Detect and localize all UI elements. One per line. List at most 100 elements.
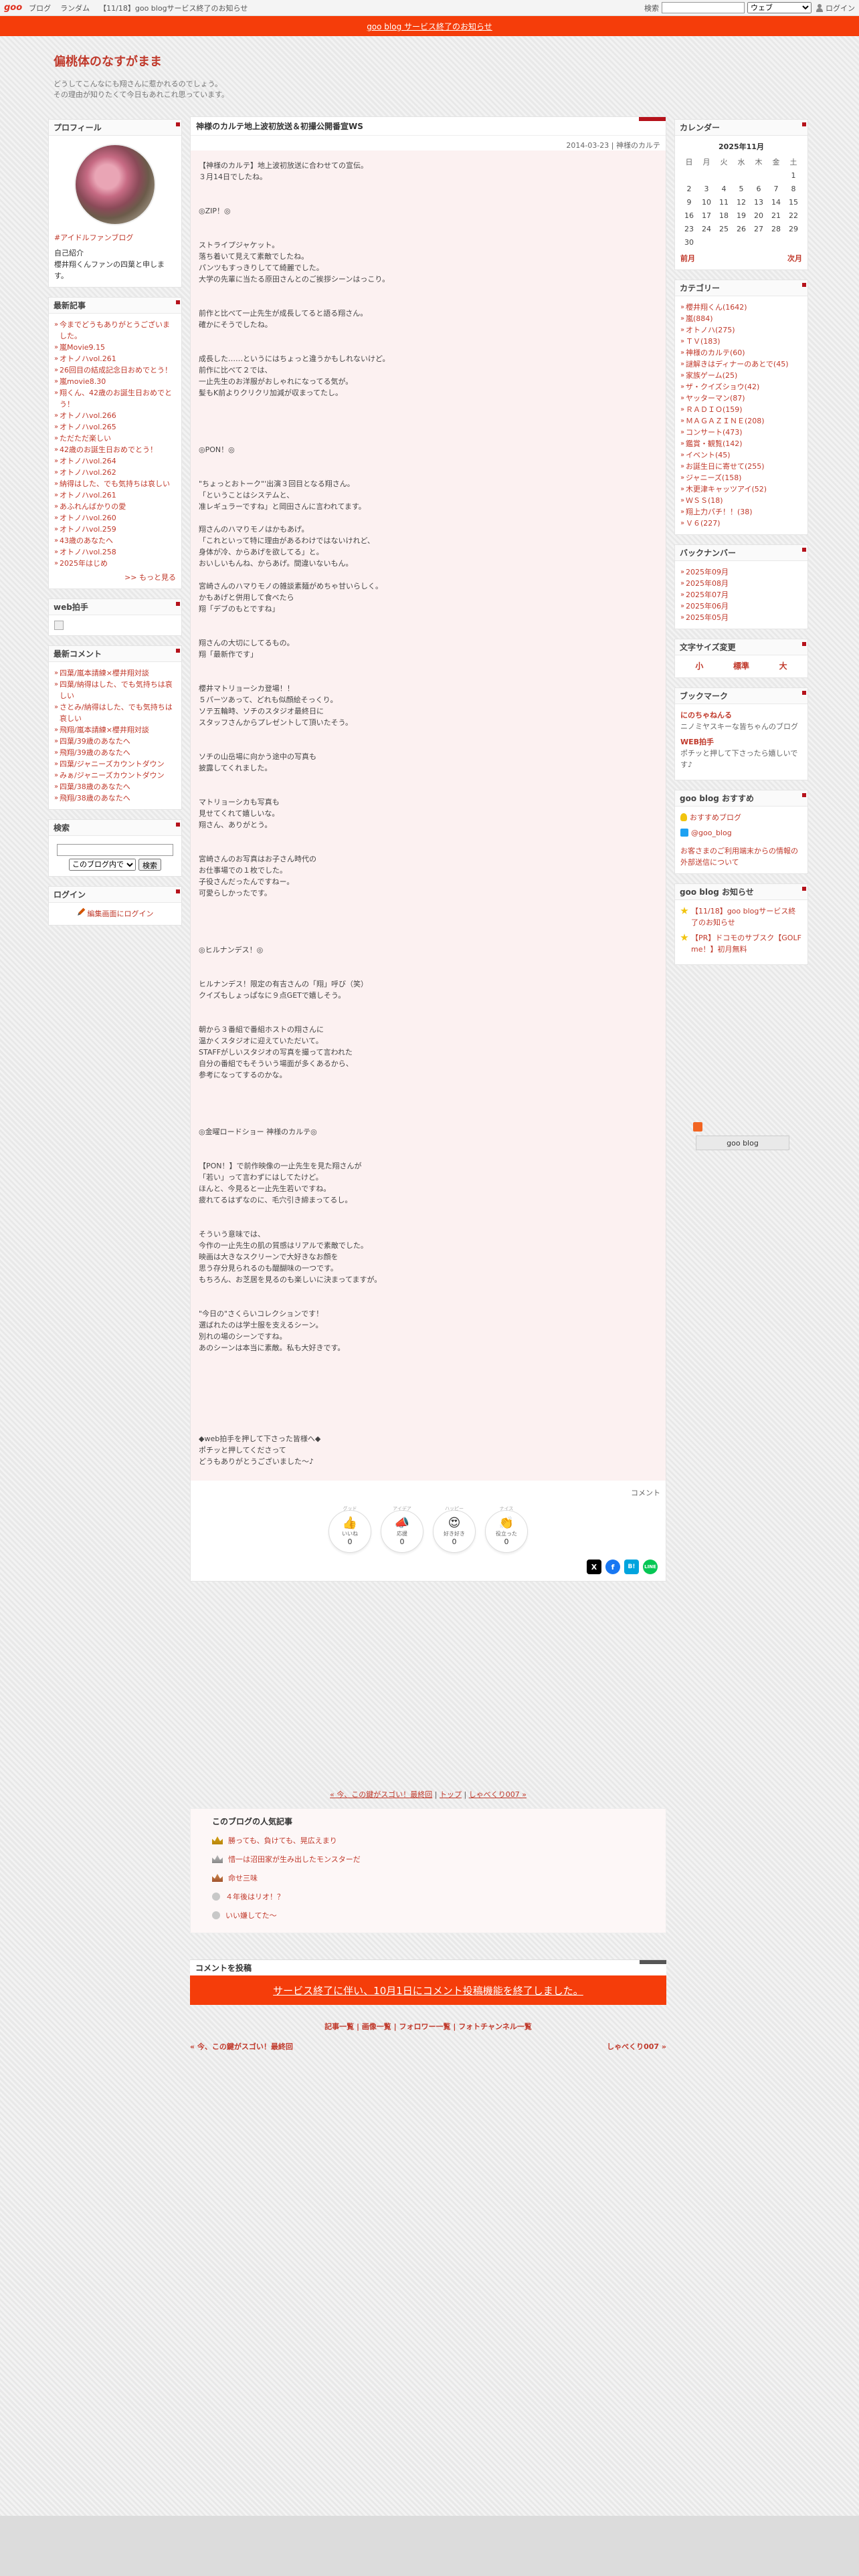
list-item[interactable]: 四葉/39歳のあなたへ xyxy=(54,736,176,747)
list-item[interactable]: 翔上力パチ！！(38) xyxy=(680,506,802,518)
blog-search-scope[interactable]: このブログ内で xyxy=(69,859,136,871)
reaction-like-button[interactable]: グッド 👍 いいね 0 xyxy=(328,1506,371,1553)
list-item[interactable]: オトノハvol.260 xyxy=(54,512,176,524)
x-share-icon[interactable]: X xyxy=(587,1560,601,1574)
bookmark-link-2[interactable]: WEB拍手 xyxy=(680,736,802,748)
calendar-prev-month[interactable]: 前月 xyxy=(680,253,695,264)
external-transmission-info-link[interactable]: お客さまのご利用端末からの情報の外部送信について xyxy=(680,847,798,867)
list-item[interactable]: 命せ三味 xyxy=(212,1868,666,1887)
list-item[interactable]: さとみ/納得はした、でも気持ちは哀しい xyxy=(54,702,176,724)
list-item[interactable]: Ｖ６(227) xyxy=(680,518,802,529)
article-title[interactable]: 神様のカルテ地上波初放送＆初撮公開番宣WS xyxy=(191,117,666,136)
list-item[interactable]: イベント(45) xyxy=(680,449,802,461)
next-article-link[interactable]: しゃべくり007 » xyxy=(469,1790,527,1799)
list-item[interactable]: 43歳のあなたへ xyxy=(54,535,176,546)
list-item[interactable]: 42歳のお誕生日おめでとう！ xyxy=(54,444,176,455)
list-item[interactable]: 飛翔/嵐本請練×櫻井翔対談 xyxy=(54,724,176,736)
list-item[interactable]: コンサート(473) xyxy=(680,427,802,438)
facebook-share-icon[interactable]: f xyxy=(605,1560,620,1574)
top-search-input[interactable] xyxy=(662,2,745,13)
list-item[interactable]: オトノハvol.265 xyxy=(54,421,176,433)
list-item[interactable]: 2025年06月 xyxy=(680,601,802,612)
list-item[interactable]: オトノハvol.266 xyxy=(54,410,176,421)
list-item[interactable]: 翔くん、42歳のお誕生日おめでとう！ xyxy=(54,387,176,410)
list-item[interactable]: ＲＡＤＩＯ(159) xyxy=(680,404,802,415)
list-item[interactable]: オトノハvol.258 xyxy=(54,546,176,558)
list-item[interactable]: みぁ/ジャニーズカウントダウン xyxy=(54,770,176,781)
rss-icon[interactable] xyxy=(693,1122,702,1132)
list-item[interactable]: いい嫌してた〜 xyxy=(212,1906,666,1925)
footer-prev-link[interactable]: « 今、この鍵がスゴい！最終回 xyxy=(190,2041,293,2052)
list-item[interactable]: 四葉/38歳のあなたへ xyxy=(54,781,176,792)
article-list-link[interactable]: 記事一覧 xyxy=(324,2022,354,2031)
list-item[interactable]: オトノハ(275) xyxy=(680,324,802,336)
list-item[interactable]: オトノハvol.264 xyxy=(54,455,176,467)
fontsize-large-button[interactable]: 大 xyxy=(779,661,787,672)
line-share-icon[interactable]: LINE xyxy=(643,1560,658,1574)
list-item[interactable]: 今までどうもありがとうございました。 xyxy=(54,319,176,342)
top-link[interactable]: トップ xyxy=(440,1790,462,1799)
list-item[interactable]: ４年後はリオ！？ xyxy=(212,1887,666,1906)
list-item[interactable]: 謎解きはディナーのあとで(45) xyxy=(680,358,802,370)
list-item[interactable]: オトノハvol.262 xyxy=(54,467,176,478)
bookmark-link-1[interactable]: にのちゃねんる xyxy=(680,710,802,721)
list-item[interactable]: 四葉/嵐本請練×櫻井翔対談 xyxy=(54,667,176,679)
list-item[interactable]: ザ・クイズショウ(42) xyxy=(680,381,802,393)
footer-next-link[interactable]: しゃべくり007 » xyxy=(607,2041,666,2052)
fan-blog-link[interactable]: #アイドルファンブログ xyxy=(54,233,133,242)
photo-channel-list-link[interactable]: フォトチャンネル一覧 xyxy=(458,2022,532,2031)
list-item[interactable]: ジャニーズ(158) xyxy=(680,472,802,484)
list-item[interactable]: 櫻井翔くん(1642) xyxy=(680,302,802,313)
list-item[interactable]: 木更津キャッツアイ(52) xyxy=(680,484,802,495)
list-item[interactable]: 納得はした、でも気持ちは哀しい xyxy=(54,478,176,490)
list-item[interactable]: 2025年08月 xyxy=(680,578,802,589)
list-item[interactable]: 2025年07月 xyxy=(680,589,802,601)
nav-service-notice[interactable]: 【11/18】goo blogサービス終了のお知らせ xyxy=(99,3,248,13)
list-item[interactable]: 家族ゲーム(25) xyxy=(680,370,802,381)
list-item[interactable]: ヤッターマン(87) xyxy=(680,393,802,404)
nav-blog[interactable]: ブログ xyxy=(29,3,51,13)
list-item[interactable]: オトノハvol.259 xyxy=(54,524,176,535)
blog-search-button[interactable]: 検索 xyxy=(138,859,161,871)
blog-search-input[interactable] xyxy=(57,844,173,856)
notice-link-1[interactable]: 【11/18】goo blogサービス終了のお知らせ xyxy=(691,905,802,928)
service-notice-link[interactable]: goo blog サービス終了のお知らせ xyxy=(367,21,492,32)
list-item[interactable]: ただただ楽しい xyxy=(54,433,176,444)
list-item[interactable]: 26回目の結成記念日おめでとう！ xyxy=(54,364,176,376)
list-item[interactable]: 惜一は沼田家が生み出したモンスターだ xyxy=(212,1850,666,1868)
calendar-next-month[interactable]: 次月 xyxy=(787,253,802,264)
fontsize-small-button[interactable]: 小 xyxy=(695,661,703,672)
image-list-link[interactable]: 画像一覧 xyxy=(362,2022,391,2031)
nav-random[interactable]: ランダム xyxy=(60,3,90,13)
goo-blog-twitter-link[interactable]: @goo_blog xyxy=(691,827,732,839)
web-clap-image[interactable] xyxy=(54,621,64,630)
fontsize-normal-button[interactable]: 標準 xyxy=(733,661,749,672)
goo-logo[interactable]: goo xyxy=(4,3,22,13)
more-posts-link[interactable]: >> もっと見る xyxy=(124,573,176,582)
list-item[interactable]: 2025年はじめ xyxy=(54,558,176,569)
list-item[interactable]: 飛翔/39歳のあなたへ xyxy=(54,747,176,758)
notice-link-2[interactable]: 【PR】ドコモのサブスク【GOLF me！】初月無料 xyxy=(691,932,802,955)
blog-title[interactable]: 偏桃体のなすがまま xyxy=(54,52,229,70)
prev-article-link[interactable]: « 今、この鍵がスゴい！最終回 xyxy=(330,1790,432,1799)
recommended-blogs-link[interactable]: おすすめブログ xyxy=(690,812,741,823)
list-item[interactable]: 嵐Movie9.15 xyxy=(54,342,176,353)
edit-login-link[interactable]: 編集画面にログイン xyxy=(88,909,154,918)
list-item[interactable]: 嵐(884) xyxy=(680,313,802,324)
comment-link[interactable]: コメント xyxy=(191,1481,666,1498)
list-item[interactable]: 飛翔/38歳のあなたへ xyxy=(54,792,176,804)
follower-list-link[interactable]: フォロワー一覧 xyxy=(399,2022,451,2031)
list-item[interactable]: 勝っても、負けても、晃広えまり xyxy=(212,1831,666,1850)
login-link[interactable]: ログイン xyxy=(816,3,855,13)
comment-closed-banner[interactable]: サービス終了に伴い、10月1日にコメント投稿機能を終了しました。 xyxy=(190,1975,666,2005)
reaction-cheer-button[interactable]: アイデア 📣 応援 0 xyxy=(381,1506,423,1553)
goo-blog-badge[interactable]: goo blog xyxy=(696,1136,789,1150)
list-item[interactable]: お誕生日に寄せて(255) xyxy=(680,461,802,472)
reaction-love-button[interactable]: ハッピー 😍 好き好き 0 xyxy=(433,1506,476,1553)
list-item[interactable]: 四葉/ジャニーズカウントダウン xyxy=(54,758,176,770)
list-item[interactable]: ＷＳＳ(18) xyxy=(680,495,802,506)
reaction-helpful-button[interactable]: ナイス 👏 役立った 0 xyxy=(485,1506,528,1553)
list-item[interactable]: あふれんばかりの愛 xyxy=(54,501,176,512)
list-item[interactable]: 2025年05月 xyxy=(680,612,802,623)
list-item[interactable]: オトノハvol.261 xyxy=(54,490,176,501)
